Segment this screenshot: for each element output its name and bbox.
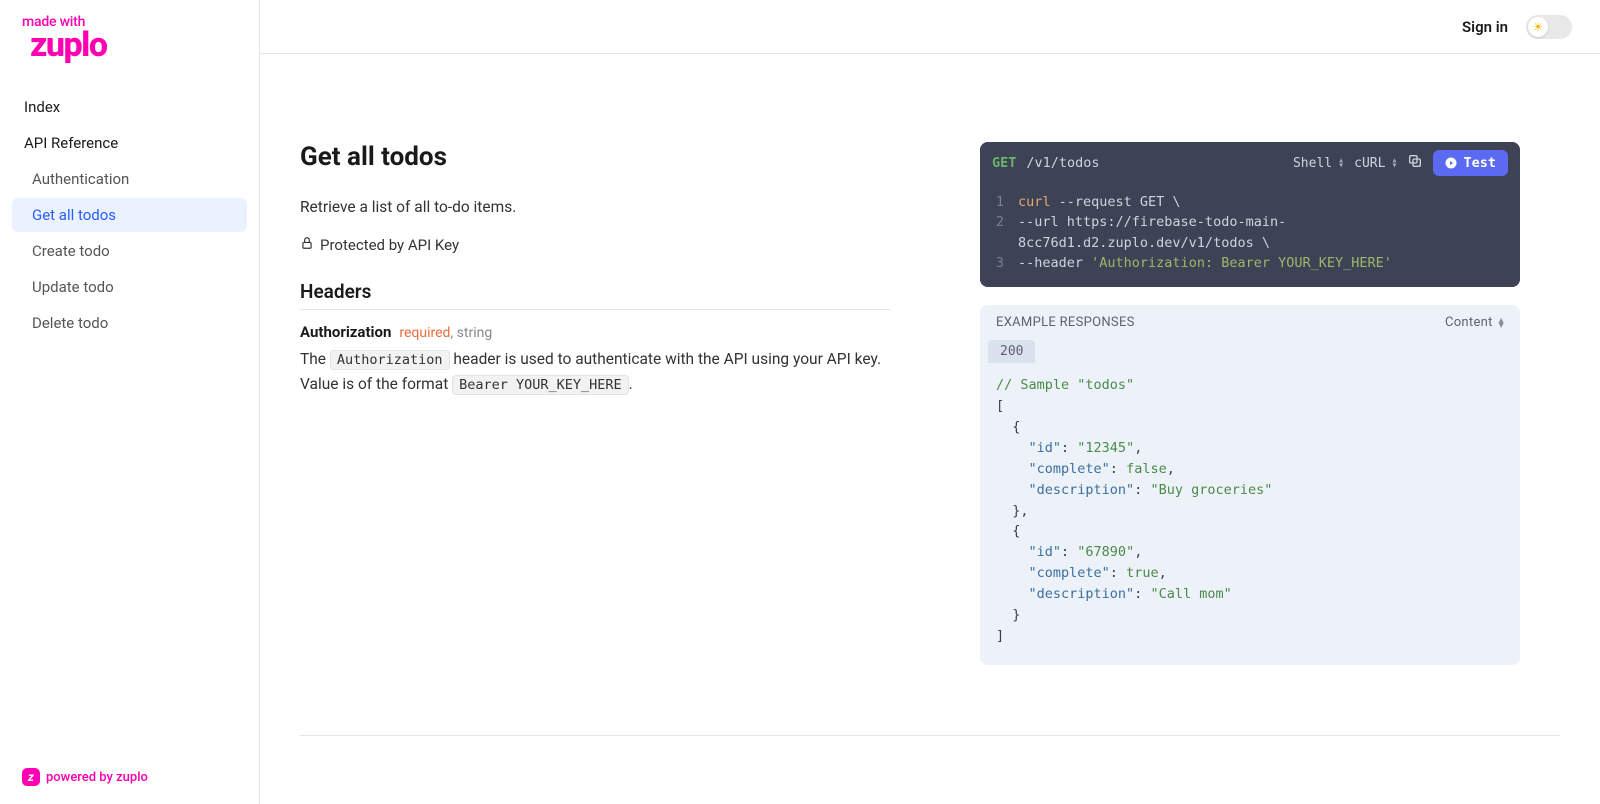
- client-select[interactable]: cURL▴▾: [1354, 156, 1397, 171]
- request-panel: GET /v1/todos Shell▴▾ cURL▴▾ Test: [980, 142, 1520, 287]
- chevron-updown-icon: ▴▾: [1499, 318, 1504, 328]
- test-button[interactable]: Test: [1433, 150, 1508, 176]
- copy-icon[interactable]: [1407, 153, 1423, 173]
- http-method: GET: [992, 155, 1016, 171]
- main: Sign in ☀ Get all todos Retrieve a list …: [260, 0, 1600, 804]
- sun-icon: ☀: [1528, 17, 1548, 37]
- section-divider: [300, 735, 1560, 736]
- nav-get-all-todos[interactable]: Get all todos: [12, 198, 247, 232]
- request-path: /v1/todos: [1026, 155, 1099, 171]
- chevron-updown-icon: ▴▾: [1338, 158, 1344, 168]
- sidebar-nav: Index API Reference Authentication Get a…: [0, 80, 259, 350]
- chevron-updown-icon: ▴▾: [1391, 158, 1397, 168]
- page-title: Get all todos: [300, 142, 890, 172]
- footer-text: powered by zuplo: [46, 770, 148, 785]
- page-description: Retrieve a list of all to-do items.: [300, 198, 890, 216]
- request-code: 1curl --request GET \ 2 --url https://fi…: [980, 184, 1520, 287]
- theme-toggle[interactable]: ☀: [1526, 15, 1572, 39]
- nav-authentication[interactable]: Authentication: [12, 162, 247, 196]
- param-authorization: Authorization required, string The Autho…: [300, 322, 890, 397]
- code-authorization: Authorization: [330, 350, 450, 370]
- param-type: , string: [450, 325, 492, 341]
- nav-index[interactable]: Index: [12, 90, 247, 124]
- param-required: required: [399, 325, 450, 341]
- response-title: EXAMPLE RESPONSES: [996, 315, 1135, 330]
- response-body: // Sample "todos" [ { "id": "12345", "co…: [980, 363, 1520, 665]
- content: Get all todos Retrieve a list of all to-…: [260, 54, 1600, 804]
- sidebar-footer[interactable]: z powered by zuplo: [0, 750, 259, 804]
- response-panel: EXAMPLE RESPONSES Content▴▾ 200 // Sampl…: [980, 305, 1520, 665]
- doc-column: Get all todos Retrieve a list of all to-…: [300, 142, 890, 665]
- example-column: GET /v1/todos Shell▴▾ cURL▴▾ Test: [980, 142, 1520, 665]
- headers-heading: Headers: [300, 280, 890, 310]
- nav-update-todo[interactable]: Update todo: [12, 270, 247, 304]
- request-header: GET /v1/todos Shell▴▾ cURL▴▾ Test: [980, 142, 1520, 184]
- topbar: Sign in ☀: [260, 0, 1600, 54]
- code-bearer: Bearer YOUR_KEY_HERE: [452, 375, 629, 395]
- brand-name: zuplo: [22, 28, 237, 62]
- lang-select[interactable]: Shell▴▾: [1293, 156, 1344, 171]
- content-select[interactable]: Content▴▾: [1445, 315, 1504, 330]
- sidebar: made with zuplo Index API Reference Auth…: [0, 0, 260, 804]
- nav-create-todo[interactable]: Create todo: [12, 234, 247, 268]
- lock-icon: [300, 236, 314, 254]
- play-icon: [1445, 157, 1457, 169]
- nav-delete-todo[interactable]: Delete todo: [12, 306, 247, 340]
- footer-badge-icon: z: [22, 768, 40, 786]
- signin-link[interactable]: Sign in: [1462, 18, 1508, 36]
- logo[interactable]: made with zuplo: [0, 14, 259, 80]
- nav-api-reference[interactable]: API Reference: [12, 126, 247, 160]
- protected-badge: Protected by API Key: [300, 236, 890, 254]
- tab-200[interactable]: 200: [988, 340, 1035, 363]
- param-description: The Authorization header is used to auth…: [300, 347, 890, 397]
- protected-label: Protected by API Key: [320, 236, 459, 254]
- param-name: Authorization: [300, 323, 391, 341]
